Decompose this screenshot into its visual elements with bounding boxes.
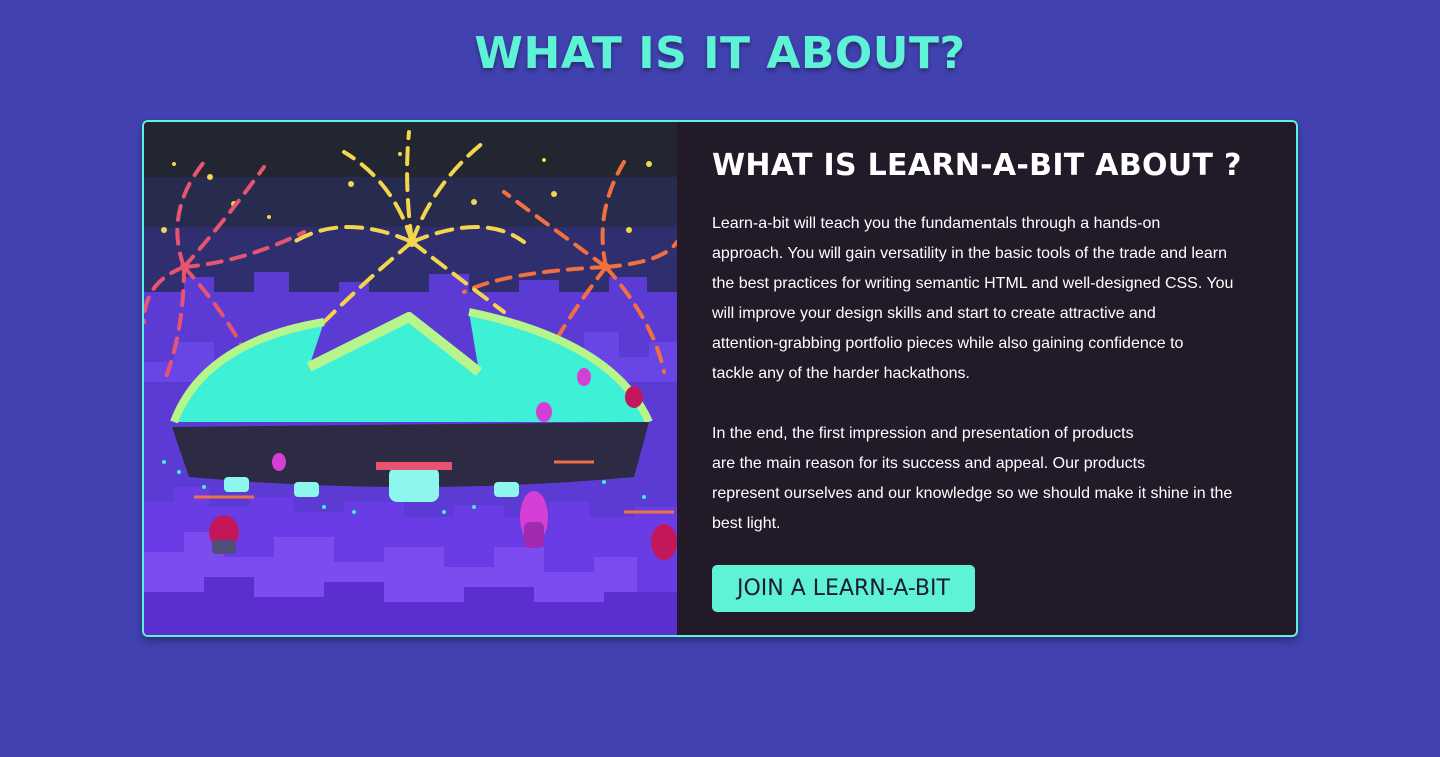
about-card: WHAT IS LEARN-A-BIT ABOUT ? Learn-a-bit … [142,120,1298,637]
section-title: WHAT IS IT ABOUT? [474,28,966,79]
description-paragraph-2: In the end, the first impression and pre… [712,425,1233,532]
about-section: WHAT IS IT ABOUT? WHAT IS LEARN-A-BIT AB… [0,0,1440,757]
stadium-illustration [144,122,677,635]
description-paragraph-1: Learn-a-bit will teach you the fundament… [712,215,1234,382]
card-content: WHAT IS LEARN-A-BIT ABOUT ? Learn-a-bit … [677,122,1296,635]
join-learn-a-bit-button[interactable]: JOIN A LEARN-A-BIT [712,565,975,612]
card-title: WHAT IS LEARN-A-BIT ABOUT ? [712,148,1242,183]
